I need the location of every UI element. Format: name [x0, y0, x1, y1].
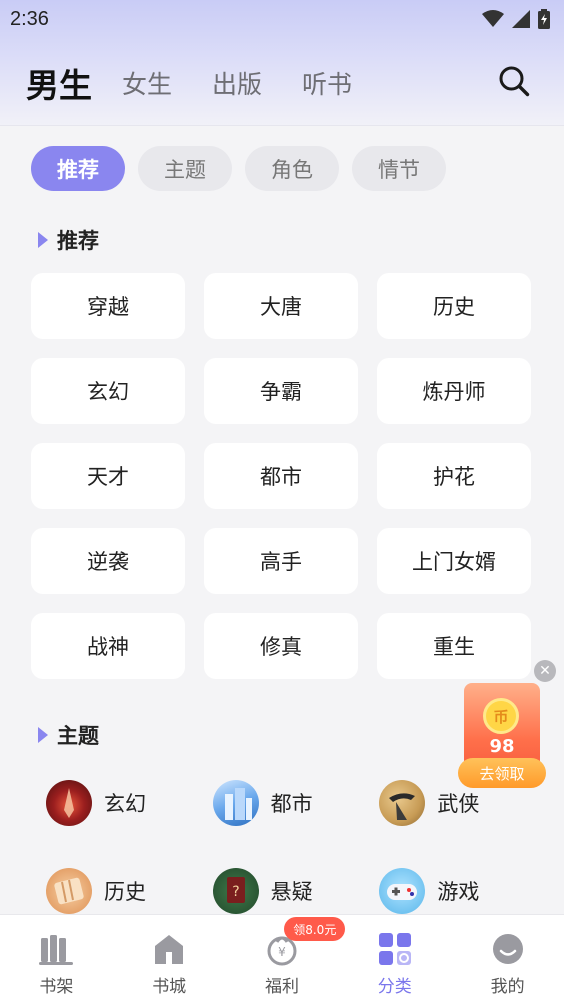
theme-item-city[interactable]: 都市 [212, 780, 380, 826]
tab-label: 男生 [26, 65, 92, 105]
triangle-marker-icon [38, 232, 48, 248]
status-bar: 2:36 [0, 0, 564, 38]
header-divider [0, 125, 564, 126]
bottom-nav: 书架 书城 ¥ 福利 领8.0元 分类 我的 [0, 914, 564, 1002]
tag-item[interactable]: 争霸 [204, 358, 358, 424]
tag-item[interactable]: 穿越 [31, 273, 185, 339]
theme-item-fantasy[interactable]: 玄幻 [46, 780, 213, 826]
reward-amount: 98 [489, 736, 515, 757]
tag-item[interactable]: 天才 [31, 443, 185, 509]
bookshelf-icon [39, 935, 74, 965]
theme-label: 玄幻 [104, 792, 146, 816]
cellular-signal-icon [512, 10, 530, 28]
theme-label: 武侠 [437, 792, 480, 816]
section-title-text: 主题 [57, 724, 99, 748]
theme-row: 玄幻 都市 武侠 [46, 780, 546, 868]
pill-theme[interactable]: 主题 [138, 146, 232, 191]
theme-label: 都市 [270, 792, 313, 816]
claim-button[interactable]: 去领取 [458, 758, 546, 788]
theme-item-game[interactable]: 游戏 [379, 868, 546, 914]
city-icon [212, 780, 259, 826]
tag-item[interactable]: 炼丹师 [377, 358, 531, 424]
history-icon [46, 868, 92, 914]
tag-item[interactable]: 玄幻 [31, 358, 185, 424]
floating-reward: ✕ 币 98 去领取 [456, 660, 556, 790]
search-icon[interactable] [498, 65, 530, 97]
profile-icon [492, 934, 523, 964]
nav-label: 书城 [152, 977, 187, 997]
pill-recommend[interactable]: 推荐 [31, 146, 125, 191]
martial-arts-icon [379, 780, 426, 826]
tag-item[interactable]: 都市 [204, 443, 358, 509]
status-icons [482, 9, 550, 29]
tag-item[interactable]: 大唐 [204, 273, 358, 339]
nav-item-bookstore[interactable]: 书城 [113, 915, 226, 1002]
welfare-badge: 领8.0元 [284, 917, 346, 941]
section-title-recommend: 推荐 [38, 225, 99, 255]
mystery-icon: ? [212, 868, 259, 914]
nav-label: 福利 [264, 977, 299, 997]
nav-item-category[interactable]: 分类 [338, 915, 451, 1002]
battery-icon [538, 9, 550, 29]
nav-label: 书架 [39, 977, 74, 997]
top-tabs: 男生 女生 出版 听书 [0, 55, 564, 110]
coin-icon: 币 [483, 698, 519, 734]
wifi-icon [482, 10, 504, 27]
tag-item[interactable]: 战神 [31, 613, 185, 679]
nav-item-profile[interactable]: 我的 [451, 915, 564, 1002]
section-title-text: 推荐 [57, 229, 99, 253]
bookstore-icon [155, 935, 184, 964]
game-icon [379, 868, 426, 914]
tab-male[interactable]: 男生 [26, 59, 94, 107]
nav-label: 分类 [377, 977, 412, 997]
category-icon [378, 933, 411, 965]
status-time: 2:36 [10, 7, 49, 30]
nav-item-bookshelf[interactable]: 书架 [0, 915, 113, 1002]
close-icon[interactable]: ✕ [534, 660, 556, 682]
svg-text:?: ? [232, 884, 239, 900]
tab-audiobook[interactable]: 听书 [302, 65, 352, 101]
tag-item[interactable]: 历史 [377, 273, 531, 339]
filter-pills: 推荐 主题 角色 情节 [31, 146, 446, 191]
tab-publish[interactable]: 出版 [212, 65, 262, 101]
recommend-grid: 穿越 大唐 历史 玄幻 争霸 炼丹师 天才 都市 护花 逆袭 高手 上门女婿 战… [31, 273, 533, 679]
theme-item-history[interactable]: 历史 [46, 868, 213, 914]
nav-label: 我的 [490, 977, 525, 997]
fantasy-icon [46, 780, 92, 826]
tag-item[interactable]: 护花 [377, 443, 531, 509]
theme-label: 历史 [104, 880, 146, 904]
section-title-theme: 主题 [38, 720, 99, 750]
tag-item[interactable]: 高手 [204, 528, 358, 594]
svg-text:¥: ¥ [278, 945, 286, 959]
theme-item-mystery[interactable]: ? 悬疑 [212, 868, 380, 914]
nav-item-welfare[interactable]: ¥ 福利 领8.0元 [226, 915, 346, 1002]
tag-item[interactable]: 逆袭 [31, 528, 185, 594]
tag-item[interactable]: 上门女婿 [377, 528, 531, 594]
pill-character[interactable]: 角色 [245, 146, 339, 191]
triangle-marker-icon [38, 727, 48, 743]
theme-label: 悬疑 [270, 880, 313, 904]
tag-item[interactable]: 修真 [204, 613, 358, 679]
pill-plot[interactable]: 情节 [352, 146, 446, 191]
theme-label: 游戏 [437, 880, 480, 904]
tab-female[interactable]: 女生 [122, 65, 172, 101]
